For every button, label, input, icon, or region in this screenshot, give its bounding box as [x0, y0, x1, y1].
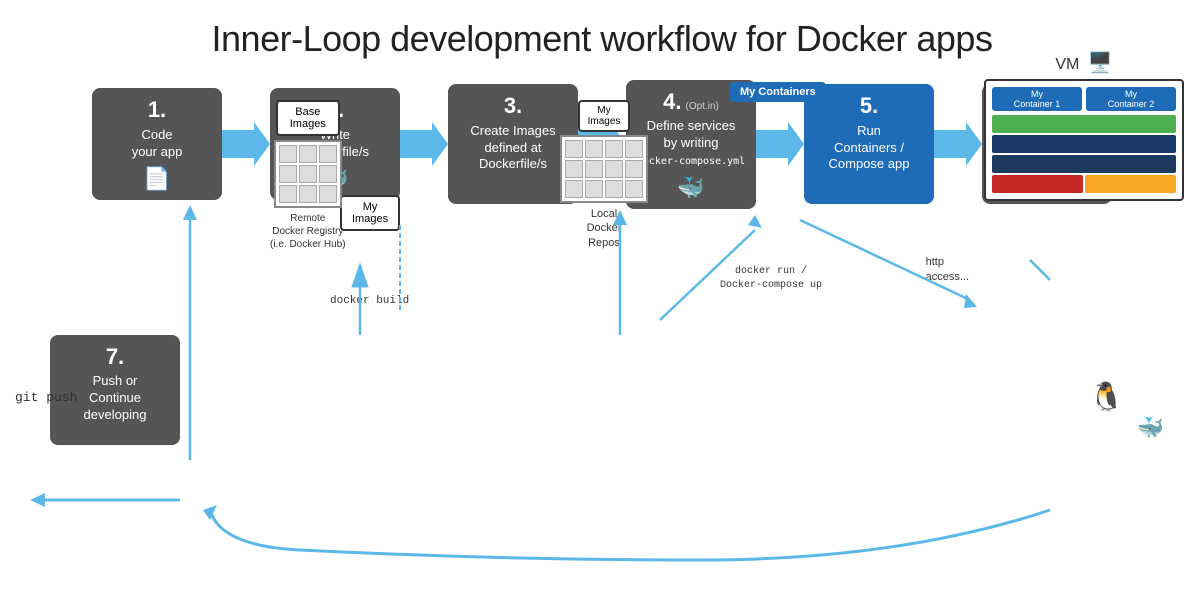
- local-repos: MyImages LocalDockerRepos: [560, 100, 648, 250]
- vm-label: VM 🖥️: [984, 50, 1184, 75]
- registry-grid: [274, 140, 342, 208]
- step-4-label: Define servicesby writingdocker-compose.…: [637, 118, 745, 169]
- step-3: 3. Create Imagesdefined atDockerfile/s: [448, 84, 578, 204]
- vm-bar-red: [992, 175, 1083, 193]
- step-4-number: 4.: [663, 90, 681, 114]
- step-7-label: Push orContinuedeveloping: [84, 373, 147, 424]
- my-images-local: MyImages: [578, 100, 631, 132]
- step-3-number: 3.: [504, 94, 522, 118]
- vm-containers-row: MyContainer 1 MyContainer 2: [992, 87, 1176, 111]
- vm-container-1: MyContainer 1: [992, 87, 1082, 111]
- docker-whale-icon: 🐳: [1137, 415, 1164, 441]
- vm-bar-darkblue: [992, 135, 1176, 153]
- step-1-label: Codeyour app: [132, 127, 183, 161]
- step-1: 1. Codeyour app 📄: [92, 88, 222, 200]
- linux-penguin-icon: 🐧: [1089, 380, 1124, 413]
- step-3-label: Create Imagesdefined atDockerfile/s: [470, 123, 555, 174]
- local-repos-label: LocalDockerRepos: [587, 207, 622, 250]
- vm-outer-box: MyContainer 1 MyContainer 2: [984, 79, 1184, 201]
- step-4-optin: (Opt.in): [686, 101, 719, 112]
- docker-run-label: docker run /Docker-compose up: [720, 265, 822, 293]
- step-7-number: 7.: [106, 345, 124, 369]
- vm-bars: [992, 115, 1176, 193]
- arrow-4-5: [756, 122, 804, 166]
- vm-bar-navy: [992, 155, 1176, 173]
- base-images-box: BaseImages: [276, 100, 340, 136]
- arrow-2-3: [400, 122, 448, 166]
- my-containers-box: My Containers: [730, 82, 826, 102]
- step-5-number: 5.: [860, 94, 878, 118]
- vm-bar-yellow: [1085, 175, 1176, 193]
- step-1-number: 1.: [148, 98, 166, 122]
- docker-build-label: docker build: [330, 295, 409, 307]
- step-1-icon: 📄: [143, 166, 170, 192]
- step-5: 5. RunContainers /Compose app: [804, 84, 934, 204]
- arrow-1-2: [222, 122, 270, 166]
- git-push-label: git push: [15, 390, 77, 405]
- registry-box: BaseImages RemoteDocker Registry(i.e. Do…: [270, 100, 346, 251]
- step-4-icon: 🐳: [677, 175, 704, 201]
- arrow-5-6: [934, 122, 982, 166]
- vm-container-2: MyContainer 2: [1086, 87, 1176, 111]
- registry-label: RemoteDocker Registry(i.e. Docker Hub): [270, 212, 346, 251]
- http-access-label: httpaccess...: [926, 255, 969, 286]
- local-grid: [560, 135, 648, 203]
- my-images-top: MyImages: [340, 195, 400, 231]
- vm-bar-green: [992, 115, 1176, 133]
- vm-section: VM 🖥️ MyContainer 1 MyContainer 2: [984, 50, 1184, 201]
- step-5-label: RunContainers /Compose app: [829, 123, 910, 174]
